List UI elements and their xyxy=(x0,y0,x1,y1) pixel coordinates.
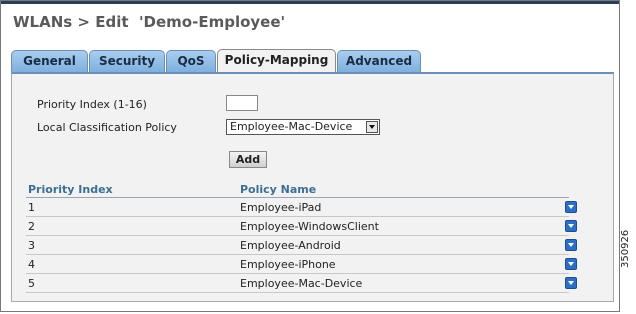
local-classification-policy-label: Local Classification Policy xyxy=(37,121,177,134)
header-policy-name: Policy Name xyxy=(240,183,317,196)
row-priority-index: 1 xyxy=(28,201,35,214)
add-button[interactable]: Add xyxy=(229,151,267,168)
row-priority-index: 4 xyxy=(28,258,35,271)
priority-index-label: Priority Index (1-16) xyxy=(37,98,147,111)
table-row: 1 Employee-iPad xyxy=(26,198,577,217)
tab-security[interactable]: Security xyxy=(89,50,165,72)
local-classification-policy-select[interactable]: Employee-Mac-Device xyxy=(226,119,380,135)
row-policy-name: Employee-WindowsClient xyxy=(240,220,379,233)
selected-policy: Employee-Mac-Device xyxy=(230,120,353,133)
row-menu-dropdown-icon[interactable] xyxy=(565,220,577,232)
row-menu-dropdown-icon[interactable] xyxy=(565,239,577,251)
table-row: 5 Employee-Mac-Device xyxy=(26,274,577,293)
row-priority-index: 3 xyxy=(28,239,35,252)
row-priority-index: 2 xyxy=(28,220,35,233)
chevron-down-icon[interactable] xyxy=(366,121,378,133)
priority-index-input[interactable] xyxy=(226,95,258,111)
tab-advanced[interactable]: Advanced xyxy=(337,50,421,72)
row-menu-dropdown-icon[interactable] xyxy=(565,201,577,213)
table-row: 2 Employee-WindowsClient xyxy=(26,217,577,236)
row-policy-name: Employee-Mac-Device xyxy=(240,277,363,290)
top-border xyxy=(1,1,619,4)
row-menu-dropdown-icon[interactable] xyxy=(565,258,577,270)
header-priority-index: Priority Index xyxy=(28,183,113,196)
table-row: 4 Employee-iPhone xyxy=(26,255,577,274)
row-policy-name: Employee-iPad xyxy=(240,201,322,214)
row-policy-name: Employee-Android xyxy=(240,239,341,252)
tab-qos[interactable]: QoS xyxy=(166,50,216,72)
row-priority-index: 5 xyxy=(28,277,35,290)
tab-policy-mapping[interactable]: Policy-Mapping xyxy=(217,49,336,73)
row-menu-dropdown-icon[interactable] xyxy=(565,277,577,289)
figure-id: 350926 xyxy=(620,229,631,268)
tab-general[interactable]: General xyxy=(11,50,88,72)
wlan-edit-window: WLANs > Edit 'Demo-Employee' General Sec… xyxy=(0,0,620,312)
table-row: 3 Employee-Android xyxy=(26,236,577,255)
policy-mapping-panel: Priority Index (1-16) Local Classificati… xyxy=(11,72,614,302)
page-title: WLANs > Edit 'Demo-Employee' xyxy=(13,13,286,31)
row-policy-name: Employee-iPhone xyxy=(240,258,336,271)
